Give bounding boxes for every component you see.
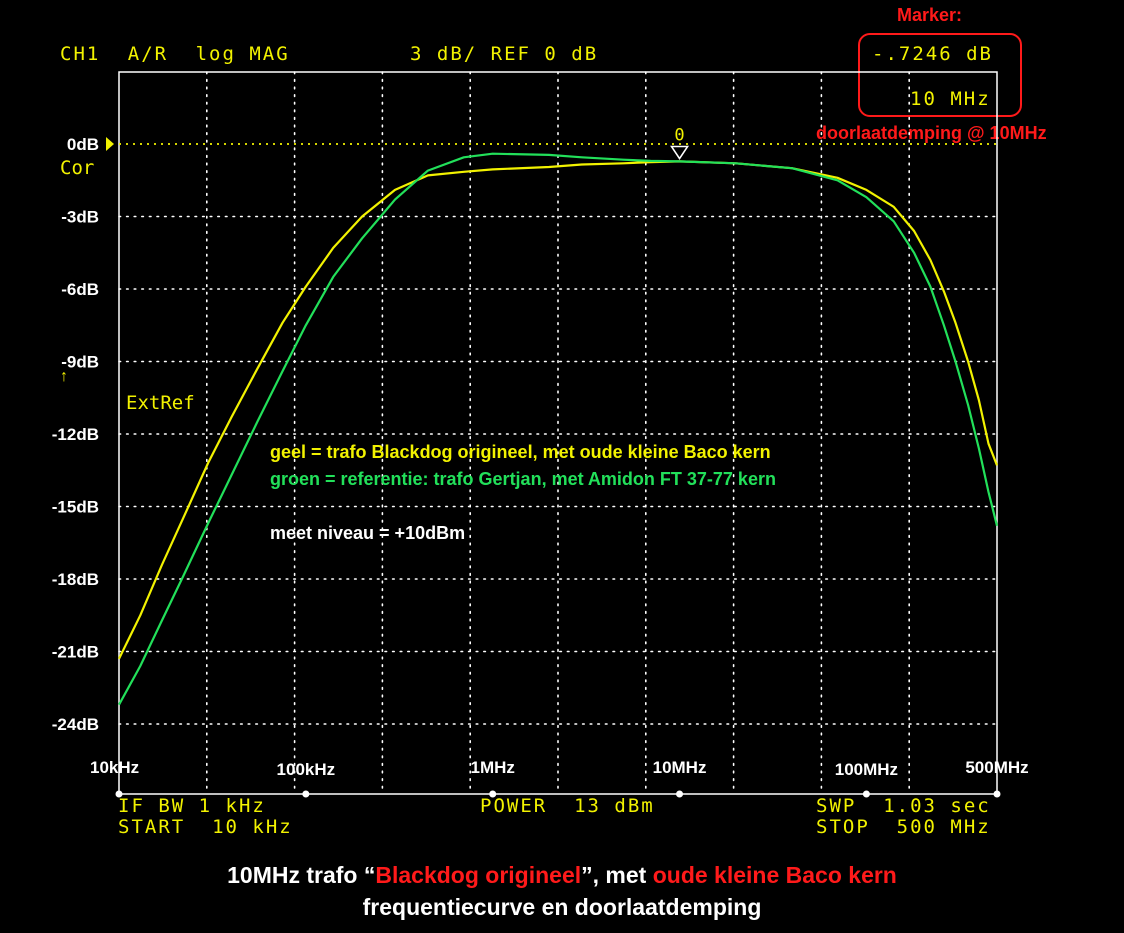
- caption-part-1: 10MHz trafo “: [227, 862, 376, 888]
- legend-groen: groen = referentie: trafo Gertjan, met A…: [270, 469, 776, 489]
- trace-geel: [118, 160, 999, 660]
- y-tick-label: -12dB: [52, 425, 99, 444]
- x-tick-dot: [302, 790, 310, 798]
- y-tick-label: -24dB: [52, 715, 99, 734]
- cor-label: Cor: [60, 157, 95, 179]
- if-bw-label: IF BW 1 kHz: [118, 795, 266, 817]
- x-tick-label: 1MHz: [470, 758, 514, 777]
- ref-level-label: 0dB: [67, 135, 99, 154]
- marker-triangle-icon: [670, 145, 690, 160]
- chart-area: -3dB-6dB-9dB-12dB-15dB-18dB-21dB-24dB0dB…: [52, 71, 1029, 798]
- x-tick-label: 100MHz: [835, 760, 898, 779]
- sweep-time-label: SWP 1.03 sec: [816, 795, 991, 817]
- x-axis-labels: 10kHz 100kHz 1MHz 10MHz 100MHz 500MHz: [90, 758, 1029, 779]
- y-tick-label: -15dB: [52, 498, 99, 517]
- stop-label: STOP 500 MHz: [816, 816, 991, 838]
- marker: 0: [670, 126, 690, 160]
- x-tick-label: 10kHz: [90, 758, 139, 777]
- up-arrow-icon: ↑: [60, 368, 68, 385]
- reference-arrow-icon: [106, 137, 114, 151]
- extref-label: ExtRef: [126, 392, 195, 414]
- y-axis-labels: -3dB-6dB-9dB-12dB-15dB-18dB-21dB-24dB0dB: [52, 135, 99, 734]
- caption-line-1: 10MHz trafo “Blackdog origineel”, met ou…: [0, 862, 1124, 889]
- y-tick-label: -18dB: [52, 570, 99, 589]
- x-tick-label: 100kHz: [277, 760, 336, 779]
- power-label: POWER 13 dBm: [480, 795, 655, 817]
- x-tick-label: 500MHz: [965, 758, 1028, 777]
- marker-number: 0: [674, 126, 684, 146]
- legend-geel: geel = trafo Blackdog origineel, met oud…: [270, 442, 771, 462]
- y-tick-label: -21dB: [52, 643, 99, 662]
- caption-part-2: Blackdog origineel: [375, 862, 582, 888]
- x-tick-dot: [676, 790, 684, 798]
- y-tick-label: -6dB: [61, 280, 99, 299]
- x-tick-dot: [993, 790, 1001, 798]
- caption-line-2: frequentiecurve en doorlaatdemping: [362, 894, 762, 920]
- caption-part-4: oude kleine Baco kern: [652, 862, 897, 888]
- start-label: START 10 kHz: [118, 816, 293, 838]
- y-tick-label: -3dB: [61, 208, 99, 227]
- caption-part-3: ”, met: [581, 862, 653, 888]
- x-tick-label: 10MHz: [653, 758, 707, 777]
- meet-niveau-note: meet niveau = +10dBm: [270, 523, 466, 543]
